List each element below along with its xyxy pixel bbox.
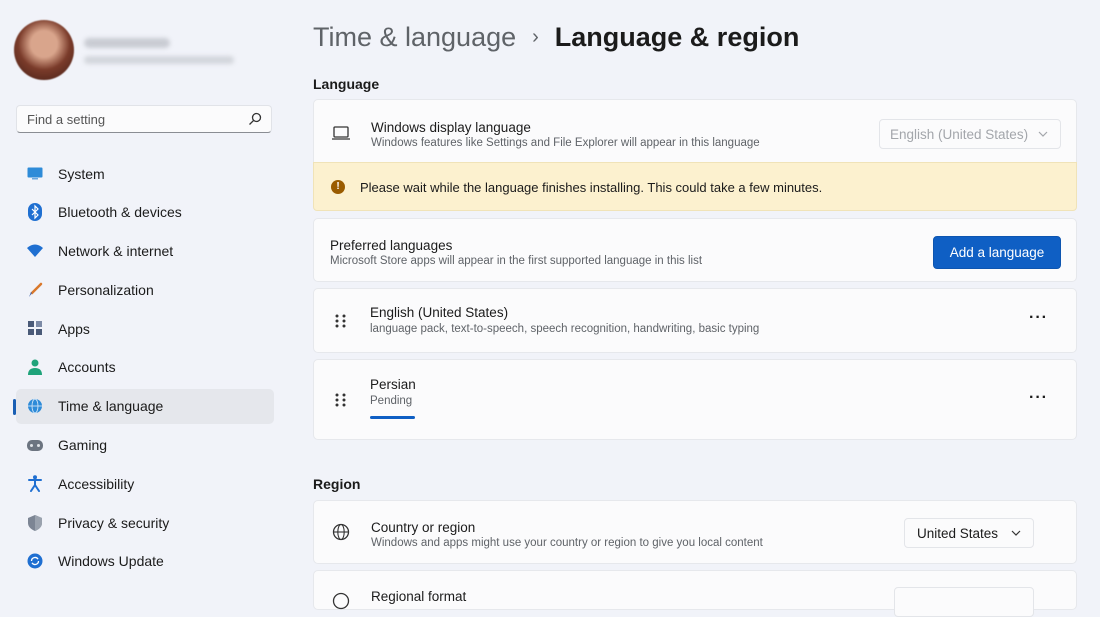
sidebar-item-network[interactable]: Network & internet [16,234,274,269]
country-region-title: Country or region [371,520,476,535]
language-name: Persian [370,377,416,392]
country-region-dropdown[interactable]: United States [904,518,1034,548]
language-status: Pending [370,395,413,407]
monitor-icon [26,165,44,183]
preferred-languages-card: Preferred languages Microsoft Store apps… [313,218,1077,282]
page-title: Language & region [554,22,800,52]
country-region-desc: Windows and apps might use your country … [371,537,763,549]
sidebar-item-gaming[interactable]: Gaming [16,428,274,463]
more-options-icon[interactable]: ··· [1029,309,1048,327]
avatar[interactable] [14,20,74,80]
sidebar-item-label: Personalization [58,281,154,298]
globe-icon [332,523,350,541]
country-region-value: United States [917,525,999,541]
display-language-card: Windows display language Windows feature… [313,99,1077,163]
sidebar-item-system[interactable]: System [16,156,274,191]
bluetooth-icon [26,203,44,222]
install-progress-bar [370,416,415,419]
sidebar-item-privacy[interactable]: Privacy & security [16,505,274,540]
breadcrumb: Time & language › Language & region [313,22,799,53]
brush-icon [26,281,44,299]
display-language-value: English (United States) [890,126,1029,142]
gamepad-icon [26,436,44,454]
display-language-dropdown[interactable]: English (United States) [879,119,1061,149]
user-info-blurred [84,38,234,64]
globe-clock-icon [26,397,44,415]
sidebar-item-label: Time & language [58,398,164,415]
display-language-title: Windows display language [371,120,531,135]
sidebar-item-accessibility[interactable]: Accessibility [16,466,274,501]
language-name: English (United States) [370,305,509,320]
install-warning-text: Please wait while the language finishes … [360,180,823,195]
search-input[interactable] [17,106,247,132]
sidebar-item-label: System [58,165,105,182]
wifi-icon [26,242,44,260]
sidebar-item-label: Gaming [58,437,108,454]
chevron-right-icon: › [532,26,539,48]
sidebar-item-label: Accessibility [58,475,135,492]
sidebar-item-label: Network & internet [58,243,174,260]
section-label-region: Region [313,476,361,492]
language-features: language pack, text-to-speech, speech re… [370,323,760,335]
language-item-english[interactable]: English (United States) language pack, t… [313,288,1077,353]
accessibility-icon [26,475,44,493]
sidebar-item-accounts[interactable]: Accounts [16,350,274,385]
update-icon [26,552,44,570]
search-icon[interactable] [247,111,263,127]
sidebar-item-time-language[interactable]: Time & language [13,388,274,424]
country-region-card: Country or region Windows and apps might… [313,500,1077,564]
shield-icon [26,514,44,532]
sidebar-item-windows-update[interactable]: Windows Update [16,544,274,579]
info-warning-icon: ! [331,180,345,194]
active-indicator [13,398,16,415]
install-warning-banner: ! Please wait while the language finishe… [313,162,1077,211]
language-item-persian[interactable]: Persian Pending ··· [313,359,1077,440]
person-icon [26,358,44,376]
chevron-down-icon [1011,530,1021,536]
breadcrumb-parent[interactable]: Time & language [313,22,516,52]
preferred-languages-title: Preferred languages [330,238,453,253]
display-language-desc: Windows features like Settings and File … [371,137,760,149]
sidebar: System Bluetooth & devices Network & int… [0,0,290,600]
sidebar-item-label: Bluetooth & devices [58,204,182,221]
sidebar-item-label: Windows Update [58,553,164,570]
more-options-icon[interactable]: ··· [1029,389,1048,407]
sidebar-item-label: Apps [58,320,90,337]
add-language-button[interactable]: Add a language [933,236,1061,269]
apps-icon [26,320,44,338]
chevron-down-icon [1038,131,1048,137]
regional-format-title: Regional format [371,589,467,604]
regional-format-card: Regional format [313,570,1077,617]
section-label-language: Language [313,76,380,92]
sidebar-nav: System Bluetooth & devices Network & int… [13,156,274,583]
drag-handle-icon[interactable] [334,313,348,329]
globe-icon [332,592,350,610]
sidebar-item-apps[interactable]: Apps [16,311,274,346]
search-box[interactable] [16,105,272,133]
sidebar-item-label: Privacy & security [58,514,170,531]
sidebar-item-bluetooth[interactable]: Bluetooth & devices [16,195,274,230]
preferred-languages-desc: Microsoft Store apps will appear in the … [330,255,703,267]
sidebar-item-label: Accounts [58,359,116,376]
regional-format-dropdown[interactable] [894,587,1034,617]
sidebar-item-personalization[interactable]: Personalization [16,272,274,307]
drag-handle-icon[interactable] [334,392,348,408]
laptop-icon [332,126,350,140]
